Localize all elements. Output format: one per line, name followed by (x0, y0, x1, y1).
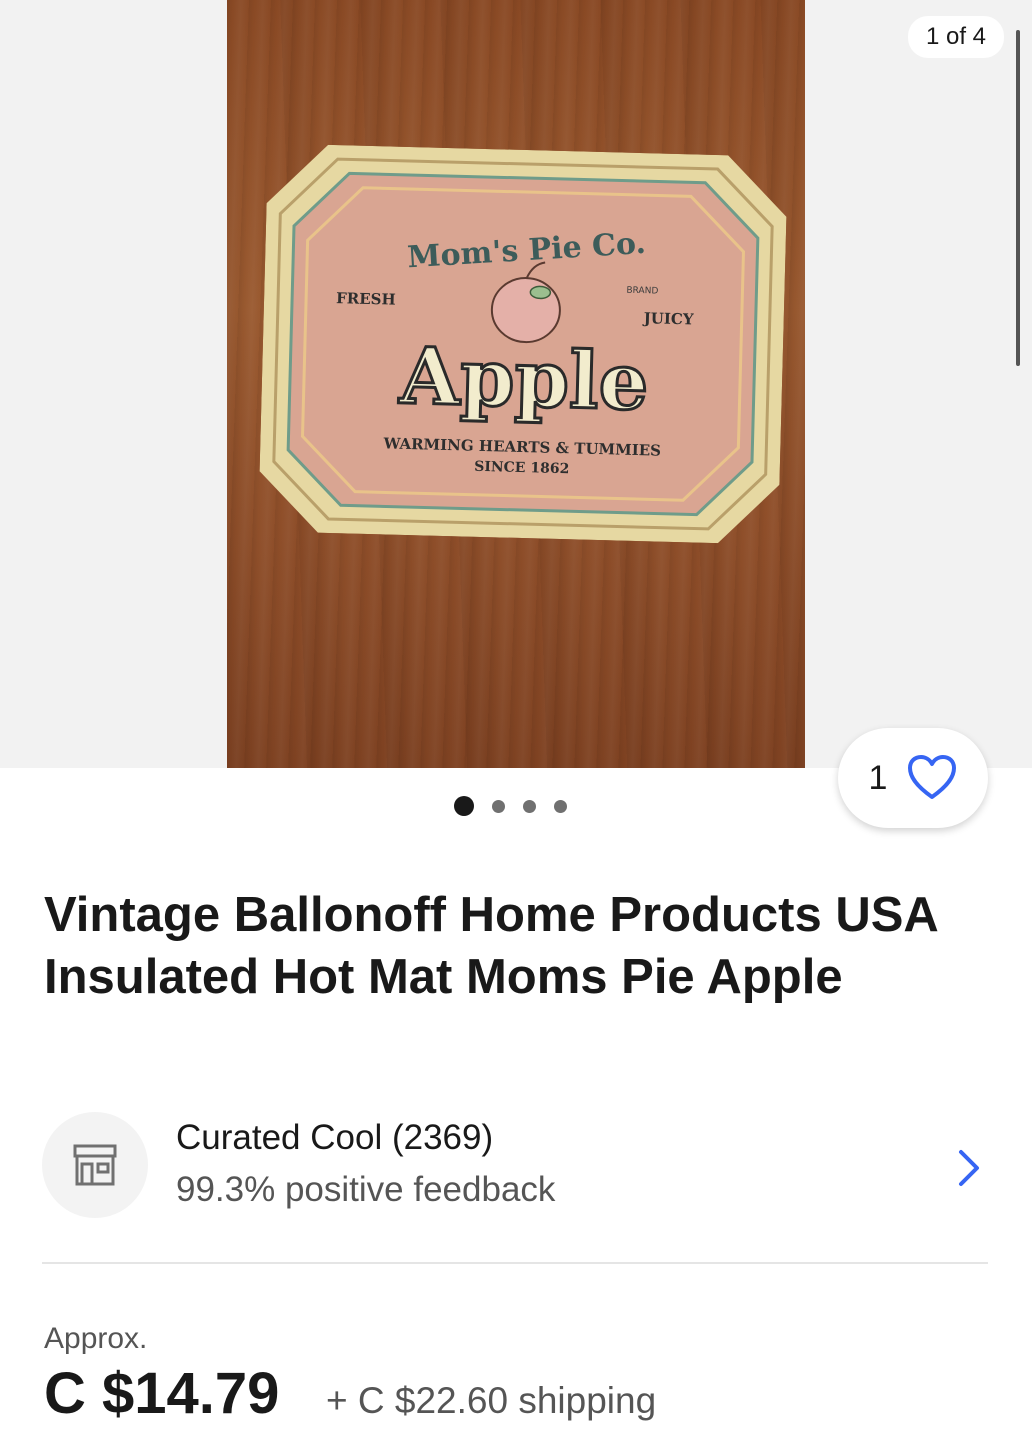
mat-left-tag: FRESH (336, 289, 396, 309)
image-gallery[interactable]: Mom's Pie Co. BRAND FRESH JUICY Apple WA… (0, 0, 1032, 768)
gallery-pagination (454, 796, 567, 816)
seller-name[interactable]: Curated Cool (2369) (176, 1118, 493, 1158)
seller-card[interactable]: Curated Cool (2369) 99.3% positive feedb… (42, 1112, 992, 1222)
mat-tagline-2: SINCE 1862 (474, 459, 569, 477)
listing-title: Vintage Ballonoff Home Products USA Insu… (44, 888, 937, 1004)
watch-button[interactable]: 1 (838, 728, 988, 828)
seller-feedback: 99.3% positive feedback (176, 1170, 556, 1209)
mat-tiny: BRAND (626, 286, 658, 297)
mat-right-tag: JUICY (641, 309, 694, 328)
watch-count: 1 (868, 758, 888, 797)
pagination-dot[interactable] (523, 799, 536, 813)
image-counter: 1 of 4 (907, 16, 1004, 58)
chevron-right-icon[interactable] (956, 1148, 982, 1188)
pagination-dot[interactable] (492, 799, 505, 813)
approx-label: Approx. (44, 1322, 148, 1355)
mat-word: Apple (397, 331, 649, 429)
pagination-dot[interactable] (454, 796, 474, 816)
store-avatar (42, 1112, 148, 1218)
listing-photo[interactable]: Mom's Pie Co. BRAND FRESH JUICY Apple WA… (227, 0, 805, 768)
page-scrollbar[interactable] (1016, 30, 1020, 366)
pagination-dot[interactable] (554, 799, 567, 813)
store-icon (73, 1144, 117, 1186)
heart-icon (908, 755, 957, 799)
item-price: C $14.79 (44, 1361, 280, 1426)
shipping-cost: + C $22.60 shipping (326, 1380, 657, 1421)
hot-mat-image: Mom's Pie Co. BRAND FRESH JUICY Apple WA… (259, 144, 787, 544)
section-divider (42, 1262, 988, 1264)
